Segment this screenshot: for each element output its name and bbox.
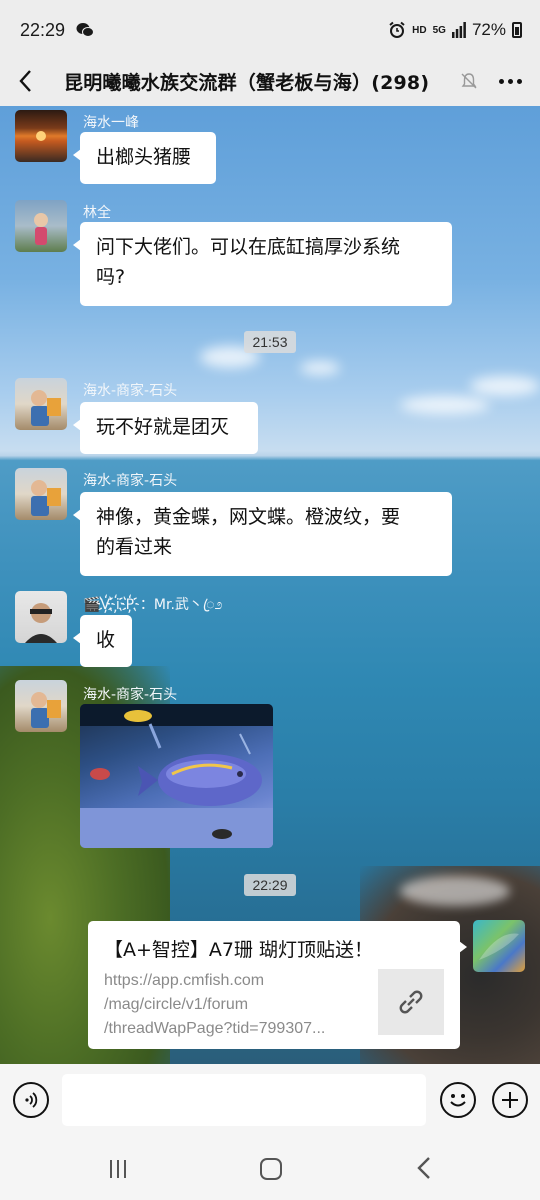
back-arrow-icon bbox=[19, 70, 31, 92]
message-bubble[interactable]: 神像，黄金蝶，网文蝶。橙波纹，要 的看过来 bbox=[73, 492, 452, 576]
message-text: 收 bbox=[96, 629, 116, 651]
wechat-icon bbox=[76, 23, 94, 37]
avatar[interactable] bbox=[15, 110, 67, 162]
home-button[interactable] bbox=[260, 1158, 282, 1180]
sender-name: 海水-商家-石头 bbox=[83, 383, 178, 399]
more-options-button[interactable] bbox=[490, 64, 530, 98]
message-text-line: 神像，黄金蝶，网文蝶。橙波纹，要 bbox=[96, 506, 401, 528]
battery-percent: 72% bbox=[471, 20, 506, 39]
link-url-line: https://app.cmfish.com bbox=[104, 972, 265, 989]
sender-name: 海水一峰 bbox=[83, 115, 139, 131]
chat-title: 昆明曦曦水族交流群（蟹老板与海）(298) bbox=[64, 71, 430, 94]
emoji-icon bbox=[450, 1094, 466, 1107]
message-input[interactable] bbox=[62, 1074, 426, 1126]
avatar[interactable] bbox=[15, 468, 67, 520]
timestamp: 21:53 bbox=[0, 331, 540, 353]
message-text: 玩不好就是团灭 bbox=[96, 416, 230, 438]
background-cloud bbox=[400, 396, 490, 414]
sunset-avatar-icon bbox=[36, 131, 46, 141]
avatar[interactable] bbox=[15, 680, 67, 732]
recent-apps-icon bbox=[110, 1160, 112, 1178]
input-bar bbox=[0, 1064, 540, 1136]
alarm-icon bbox=[389, 21, 405, 38]
plus-icon bbox=[502, 1092, 518, 1108]
voice-button[interactable] bbox=[13, 1082, 49, 1118]
message-bubble[interactable]: 收 bbox=[73, 615, 132, 667]
child-avatar-icon bbox=[31, 692, 61, 728]
link-thumbnail bbox=[378, 969, 444, 1035]
background-cloud bbox=[300, 361, 340, 375]
voice-icon bbox=[25, 1092, 38, 1108]
link-url-line: /threadWapPage?tid=799307... bbox=[104, 1020, 326, 1037]
link-icon bbox=[399, 990, 423, 1014]
system-nav-bar bbox=[0, 1136, 540, 1200]
avatar[interactable] bbox=[15, 591, 67, 643]
hd-indicator: HD bbox=[412, 24, 427, 36]
mute-bell-icon bbox=[461, 73, 477, 89]
link-card-message[interactable]: 【A+智控】A7珊 瑚灯顶贴送！ https://app.cmfish.com … bbox=[88, 921, 467, 1049]
timestamp-label: 21:53 bbox=[244, 331, 296, 353]
message-bubble[interactable]: 问下大佬们。可以在底缸搞厚沙系统 吗? bbox=[73, 222, 452, 306]
battery-icon bbox=[512, 22, 522, 38]
status-bar: 22:29 HD 5G 72% bbox=[0, 0, 540, 56]
sender-name: 海水-商家-石头 bbox=[83, 687, 178, 703]
recent-apps-button[interactable] bbox=[110, 1160, 132, 1178]
timestamp: 22:29 bbox=[0, 874, 540, 896]
child-avatar-icon bbox=[31, 390, 61, 426]
nav-back-button[interactable] bbox=[414, 1156, 434, 1180]
child-avatar-icon bbox=[31, 480, 61, 516]
message-text-line: 的看过来 bbox=[96, 536, 173, 558]
status-time: 22:29 bbox=[20, 20, 66, 40]
timestamp-label: 22:29 bbox=[244, 874, 296, 896]
image-message[interactable] bbox=[80, 704, 273, 848]
link-title: 【A+智控】A7珊 瑚灯顶贴送！ bbox=[104, 939, 374, 961]
avatar[interactable] bbox=[15, 200, 67, 252]
link-url: https://app.cmfish.com /mag/circle/v1/fo… bbox=[104, 969, 364, 1041]
message-text-line: 问下大佬们。可以在底缸搞厚沙系统 bbox=[96, 236, 401, 258]
network-indicator: 5G bbox=[432, 24, 446, 36]
sender-name: 林全 bbox=[83, 205, 111, 221]
avatar[interactable] bbox=[15, 378, 67, 430]
chat-message-list[interactable]: 海水一峰 出榔头猪腰 林全 问下大佬们。可以在底缸搞厚沙系统 吗? 21:53 … bbox=[0, 106, 540, 1064]
child-avatar-icon bbox=[34, 213, 48, 245]
emoji-button[interactable] bbox=[440, 1082, 476, 1118]
message-text-line: 吗? bbox=[96, 266, 126, 288]
signal-icon bbox=[451, 22, 466, 38]
link-url-line: /mag/circle/v1/forum bbox=[104, 996, 249, 1013]
own-avatar[interactable] bbox=[473, 920, 525, 972]
message-text: 出榔头猪腰 bbox=[96, 146, 192, 168]
more-dots-icon bbox=[498, 78, 504, 84]
status-indicators: HD 5G 72% bbox=[388, 20, 522, 40]
message-bubble[interactable]: 玩不好就是团灭 bbox=[73, 402, 258, 454]
message-bubble[interactable]: 出榔头猪腰 bbox=[73, 132, 216, 184]
background-cloud bbox=[470, 376, 540, 396]
man-avatar-icon bbox=[25, 603, 57, 643]
plus-button[interactable] bbox=[492, 1082, 528, 1118]
chat-header: 昆明曦曦水族交流群（蟹老板与海）(298) bbox=[0, 56, 540, 106]
fish-tank-photo bbox=[80, 704, 273, 848]
back-button[interactable] bbox=[0, 56, 50, 106]
sender-name: 海水-商家-石头 bbox=[83, 473, 178, 489]
fish-avatar-icon bbox=[479, 933, 519, 960]
